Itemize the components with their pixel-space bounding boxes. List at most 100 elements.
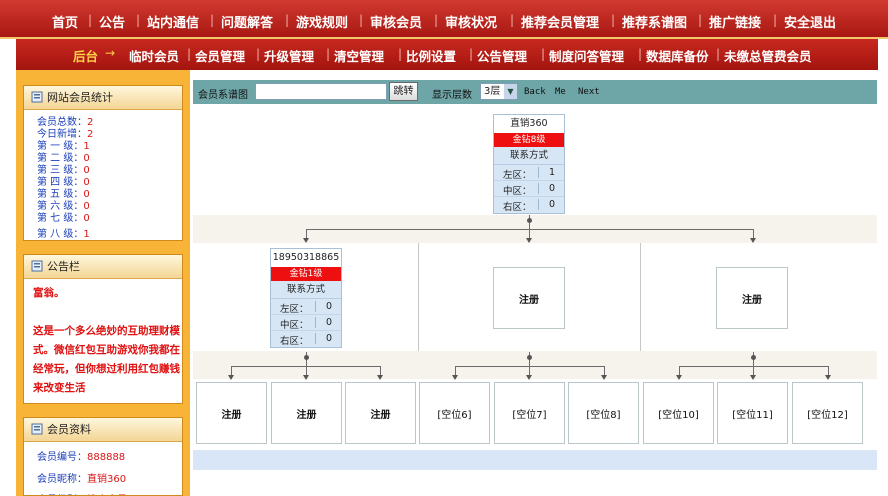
register-slot[interactable]: 注册 — [196, 382, 267, 444]
sub-nav-item[interactable]: 清空管理 — [334, 46, 384, 65]
arrow-down-icon — [825, 375, 831, 380]
chevron-down-icon[interactable]: ▼ — [504, 84, 517, 99]
member-level-badge: 金钻1级 — [271, 267, 341, 281]
arrow-down-icon — [303, 238, 309, 243]
member-search-input[interactable] — [255, 83, 387, 100]
top-nav-item[interactable]: 问题解答 — [221, 12, 273, 31]
nav-separator: | — [716, 47, 721, 61]
arrow-down-icon — [526, 238, 532, 243]
nav-separator: | — [256, 47, 261, 61]
layers-label: 显示层数 — [432, 90, 472, 101]
toolbar-label: 会员系谱图 — [198, 90, 248, 101]
stat-row: 第 八 级：1 — [37, 225, 90, 240]
slot-label: [空位11] — [732, 410, 773, 421]
top-nav-item[interactable]: 审核状况 — [445, 12, 497, 31]
top-nav-item[interactable]: 推荐系谱图 — [622, 12, 687, 31]
top-nav-item[interactable]: 推广链接 — [709, 12, 761, 31]
sub-nav-item[interactable]: 数据库备份 — [646, 46, 709, 65]
nav-separator: | — [469, 47, 474, 61]
sub-nav-item[interactable]: 升级管理 — [264, 46, 314, 65]
zone-label: 右区： — [280, 336, 309, 347]
right-zone-row: 右区： 0 — [494, 197, 564, 213]
layers-select[interactable]: 3层 ▼ — [480, 83, 518, 100]
sub-nav-item[interactable]: 未缴总管费会员 — [724, 46, 812, 65]
slot-label: 注册 — [296, 410, 317, 421]
panel-document-icon — [31, 88, 43, 103]
register-slot[interactable]: 注册 — [493, 267, 565, 329]
sub-nav-item[interactable]: 制度问答管理 — [549, 46, 624, 65]
register-slot[interactable]: 注册 — [716, 267, 788, 329]
zone-label: 左区： — [280, 304, 309, 315]
nav-separator: | — [541, 47, 546, 61]
sub-nav-item[interactable]: 临时会员 — [129, 46, 179, 65]
connector-line — [306, 229, 754, 230]
sub-nav-item[interactable]: 比例设置 — [406, 46, 456, 65]
stat-label: 第 八 级： — [37, 229, 84, 240]
row-divider — [315, 317, 316, 328]
slot-label: [空位7] — [512, 410, 547, 421]
top-nav-item[interactable]: 游戏规则 — [296, 12, 348, 31]
connector-line — [306, 366, 307, 375]
member-id[interactable]: 直销360 — [494, 115, 564, 133]
layers-select-value: 3层 — [484, 86, 501, 97]
root-member-card[interactable]: 直销360 金钻8级 联系方式 左区： 1 中区： 0 右区： 0 — [493, 114, 565, 214]
top-nav-item[interactable]: 安全退出 — [784, 12, 836, 31]
connector-line — [455, 366, 456, 375]
register-slot[interactable]: 注册 — [271, 382, 342, 444]
arrow-down-icon — [526, 375, 532, 380]
genealogy-toolbar: 会员系谱图 跳转 显示层数 3层 ▼ Back Me Next — [193, 80, 877, 104]
empty-slot[interactable]: [空位12] — [792, 382, 863, 444]
register-slot-label: 注册 — [519, 295, 539, 306]
arrow-down-icon — [676, 375, 682, 380]
nav-separator: | — [187, 47, 192, 61]
empty-slot[interactable]: [空位10] — [643, 382, 714, 444]
zone-label: 左区： — [503, 170, 532, 181]
arrow-down-icon — [750, 375, 756, 380]
zone-label: 中区： — [280, 320, 309, 331]
nav-separator: | — [359, 13, 364, 27]
contact-link[interactable]: 联系方式 — [271, 281, 341, 299]
empty-slot[interactable]: [空位11] — [717, 382, 788, 444]
nav-separator: | — [210, 13, 215, 27]
top-nav-item[interactable]: 公告 — [99, 12, 125, 31]
member-info-row: 会员编号：888888 — [37, 448, 125, 463]
connector-node — [527, 355, 532, 360]
connector-line — [231, 366, 232, 375]
top-nav-item[interactable]: 站内通信 — [147, 12, 199, 31]
empty-slot[interactable]: [空位7] — [494, 382, 565, 444]
page-frame-left — [0, 39, 16, 496]
sub-nav-item[interactable]: 公告管理 — [477, 46, 527, 65]
zone-count: 0 — [548, 199, 555, 210]
admin-home-link[interactable]: 后台 — [73, 46, 98, 65]
connector-node — [527, 218, 532, 223]
connector-node — [751, 355, 756, 360]
slot-label: 注册 — [221, 410, 242, 421]
me-link[interactable]: Me — [555, 87, 566, 97]
column-divider — [418, 243, 419, 351]
contact-link[interactable]: 联系方式 — [494, 147, 564, 165]
zone-count: 1 — [548, 167, 555, 178]
member-id[interactable]: 18950318865 — [271, 249, 341, 267]
sub-nav-item[interactable]: 会员管理 — [195, 46, 245, 65]
top-nav-item[interactable]: 推荐会员管理 — [521, 12, 599, 31]
register-slot[interactable]: 注册 — [345, 382, 416, 444]
member-level-badge: 金钻8级 — [494, 133, 564, 147]
member-stats-panel: 网站会员统计 会员总数：2 今日新增：2 第 一 级：1 第 二 级：0 第 三 级：0… — [23, 85, 183, 241]
arrow-right-icon: → — [105, 46, 116, 60]
notice-panel: 公告栏 富翁。 这是一个多么绝妙的互助理财模式。微信红包互助游戏你我都在经常玩，… — [23, 254, 183, 404]
column-divider — [640, 243, 641, 351]
top-nav-item[interactable]: 首页 — [52, 12, 78, 31]
child-member-card[interactable]: 18950318865 金钻1级 联系方式 左区： 0 中区： 0 右区： 0 — [270, 248, 342, 348]
jump-button[interactable]: 跳转 — [389, 82, 418, 101]
nav-separator: | — [88, 13, 93, 27]
top-nav-item[interactable]: 审核会员 — [370, 12, 422, 31]
stat-row: 第 七 级：0 — [37, 209, 90, 224]
empty-slot[interactable]: [空位8] — [568, 382, 639, 444]
empty-slot[interactable]: [空位6] — [419, 382, 490, 444]
right-zone-row: 右区： 0 — [271, 331, 341, 347]
nav-separator: | — [773, 13, 778, 27]
member-stats-title: 网站会员统计 — [47, 91, 113, 104]
back-link[interactable]: Back — [524, 87, 546, 97]
zone-label: 右区： — [503, 202, 532, 213]
next-link[interactable]: Next — [578, 87, 600, 97]
